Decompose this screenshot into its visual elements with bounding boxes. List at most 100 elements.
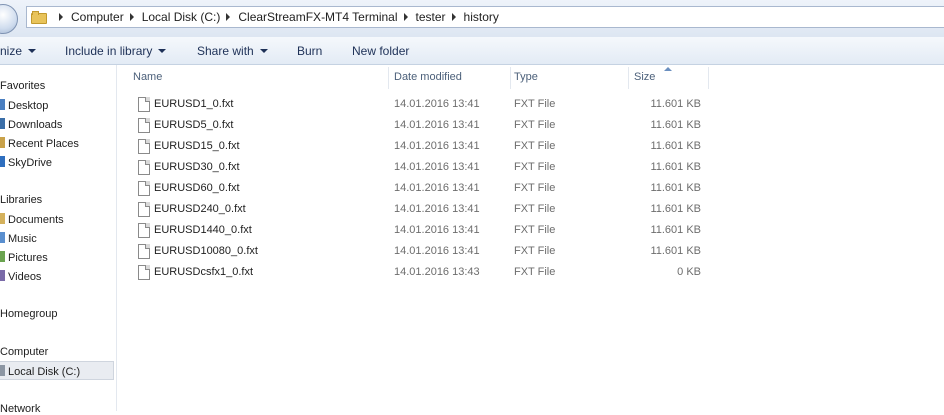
column-divider[interactable] (708, 67, 709, 89)
file-type: FXT File (514, 182, 556, 194)
burn-label: Burn (297, 43, 323, 58)
nav-item-label: Documents (8, 214, 64, 226)
column-divider[interactable] (628, 67, 629, 89)
file-type: FXT File (514, 203, 556, 215)
file-name: EURUSD10080_0.fxt (154, 245, 258, 257)
chevron-right-icon[interactable] (129, 13, 134, 21)
file-name: EURUSD30_0.fxt (154, 161, 240, 173)
file-icon (138, 223, 150, 238)
file-name: EURUSD240_0.fxt (154, 203, 246, 215)
file-type: FXT File (514, 140, 556, 152)
file-name: EURUSD60_0.fxt (154, 182, 240, 194)
file-name: EURUSD5_0.fxt (154, 119, 234, 131)
file-size: 11.601 KB (650, 182, 701, 194)
file-icon (138, 160, 150, 175)
column-header-type[interactable]: Type (514, 65, 626, 89)
burn-button[interactable]: Burn (297, 37, 322, 64)
chevron-down-icon (28, 48, 37, 53)
chevron-right-icon[interactable] (59, 13, 63, 21)
file-size: 11.601 KB (650, 98, 701, 110)
command-bar: nize Include in library Share with Burn … (0, 37, 944, 65)
file-row[interactable]: EURUSDcsfx1_0.fxt 14.01.2016 13:43 FXT F… (117, 263, 717, 284)
file-size: 11.601 KB (650, 140, 701, 152)
nav-group-homegroup[interactable]: Homegroup (0, 308, 57, 320)
file-row[interactable]: EURUSD1440_0.fxt 14.01.2016 13:41 FXT Fi… (117, 221, 717, 242)
nav-item-desktop[interactable]: Desktop (0, 99, 48, 112)
nav-item-downloads[interactable]: Downloads (0, 118, 62, 131)
drive-icon (0, 365, 5, 376)
address-area: Computer Local Disk (C:) ClearStreamFX-M… (0, 0, 944, 38)
breadcrumb-tester[interactable]: tester (416, 10, 446, 24)
nav-item-documents[interactable]: Documents (0, 213, 64, 226)
breadcrumb-terminal[interactable]: ClearStreamFX-MT4 Terminal (238, 10, 397, 24)
chevron-right-icon[interactable] (226, 13, 231, 21)
file-date: 14.01.2016 13:41 (394, 245, 480, 257)
downloads-icon (0, 118, 5, 129)
file-name: EURUSDcsfx1_0.fxt (154, 266, 254, 278)
share-label: Share with (197, 43, 254, 58)
column-divider[interactable] (510, 67, 511, 89)
file-date: 14.01.2016 13:41 (394, 119, 480, 131)
share-with-button[interactable]: Share with (197, 37, 268, 64)
breadcrumb-history[interactable]: history (464, 10, 499, 24)
nav-group-computer[interactable]: Computer (0, 346, 48, 358)
file-icon (138, 181, 150, 196)
file-date: 14.01.2016 13:41 (394, 203, 480, 215)
nav-item-label: Downloads (8, 119, 63, 131)
file-date: 14.01.2016 13:43 (394, 266, 480, 278)
file-name: EURUSD1440_0.fxt (154, 224, 252, 236)
column-header-label: Size (634, 71, 656, 83)
nav-item-local-disk[interactable]: Local Disk (C:) (0, 365, 80, 378)
file-row[interactable]: EURUSD15_0.fxt 14.01.2016 13:41 FXT File… (117, 137, 717, 158)
file-icon (138, 139, 150, 154)
file-date: 14.01.2016 13:41 (394, 182, 480, 194)
back-button[interactable] (0, 4, 18, 34)
column-header-name[interactable]: Name (133, 65, 387, 89)
chevron-down-icon (158, 48, 167, 53)
file-row[interactable]: EURUSD30_0.fxt 14.01.2016 13:41 FXT File… (117, 158, 717, 179)
file-date: 14.01.2016 13:41 (394, 161, 480, 173)
nav-item-videos[interactable]: Videos (0, 270, 41, 283)
nav-group-libraries[interactable]: Libraries (0, 194, 42, 206)
nav-item-skydrive[interactable]: SkyDrive (0, 156, 52, 169)
file-icon (138, 97, 150, 112)
file-row[interactable]: EURUSD10080_0.fxt 14.01.2016 13:41 FXT F… (117, 242, 717, 263)
file-date: 14.01.2016 13:41 (394, 140, 480, 152)
column-divider[interactable] (388, 67, 389, 89)
nav-item-pictures[interactable]: Pictures (0, 251, 48, 264)
file-type: FXT File (514, 224, 556, 236)
file-date: 14.01.2016 13:41 (394, 224, 480, 236)
include-in-library-button[interactable]: Include in library (65, 37, 167, 64)
file-row[interactable]: EURUSD1_0.fxt 14.01.2016 13:41 FXT File … (117, 95, 717, 116)
chevron-right-icon[interactable] (451, 13, 456, 21)
file-size: 11.601 KB (650, 119, 701, 131)
nav-group-favorites[interactable]: Favorites (0, 80, 45, 92)
nav-item-label: Local Disk (C:) (8, 366, 81, 378)
nav-item-music[interactable]: Music (0, 232, 37, 245)
file-row[interactable]: EURUSD240_0.fxt 14.01.2016 13:41 FXT Fil… (117, 200, 717, 221)
new-folder-button[interactable]: New folder (352, 37, 409, 64)
file-row[interactable]: EURUSD60_0.fxt 14.01.2016 13:41 FXT File… (117, 179, 717, 200)
file-icon (138, 118, 150, 133)
nav-item-label: Videos (8, 271, 42, 283)
organize-button[interactable]: nize (0, 37, 37, 64)
address-bar[interactable]: Computer Local Disk (C:) ClearStreamFX-M… (26, 6, 944, 28)
file-icon (138, 244, 150, 259)
column-header-label: Date modified (394, 71, 462, 83)
breadcrumb-computer[interactable]: Computer (71, 10, 124, 24)
file-icon (138, 265, 150, 280)
breadcrumb-local-disk[interactable]: Local Disk (C:) (142, 10, 221, 24)
file-type: FXT File (514, 161, 556, 173)
new-folder-label: New folder (352, 43, 410, 58)
nav-item-recent-places[interactable]: Recent Places (0, 137, 79, 150)
column-header-date-modified[interactable]: Date modified (394, 65, 509, 89)
column-header-label: Type (514, 71, 538, 83)
videos-icon (0, 270, 5, 281)
nav-group-network[interactable]: Network (0, 403, 40, 415)
file-row[interactable]: EURUSD5_0.fxt 14.01.2016 13:41 FXT File … (117, 116, 717, 137)
column-header-size[interactable]: Size (634, 65, 704, 89)
music-icon (0, 232, 5, 243)
nav-item-label: Recent Places (8, 138, 79, 150)
file-list: Name Date modified Type Size EURUSD1_0.f… (117, 65, 944, 411)
chevron-right-icon[interactable] (403, 13, 408, 21)
